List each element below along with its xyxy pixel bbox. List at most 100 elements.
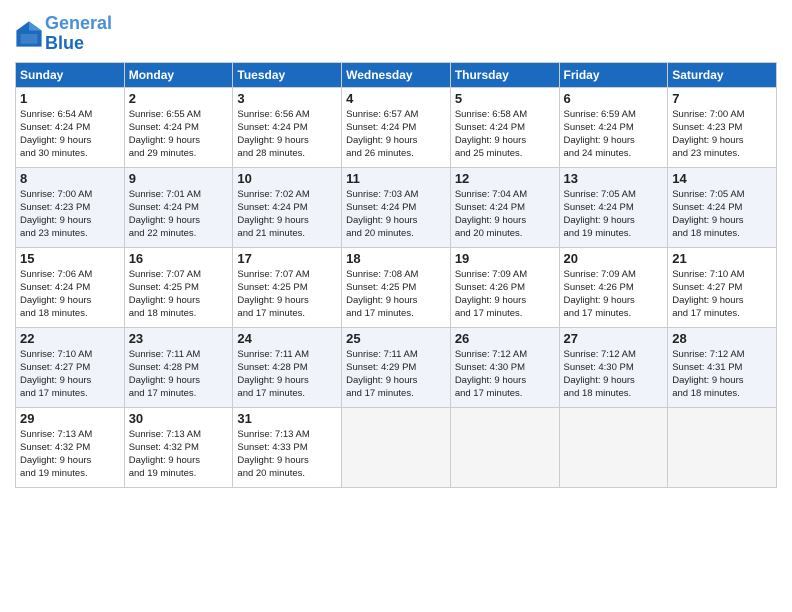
day-number: 1 — [20, 91, 120, 106]
calendar-day-cell: 6 Sunrise: 6:59 AM Sunset: 4:24 PM Daylig… — [559, 87, 668, 167]
calendar-day-cell: 29 Sunrise: 7:13 AM Sunset: 4:32 PM Dayli… — [16, 407, 125, 487]
day-number: 25 — [346, 331, 446, 346]
calendar-day-cell: 15 Sunrise: 7:06 AM Sunset: 4:24 PM Dayli… — [16, 247, 125, 327]
day-number: 4 — [346, 91, 446, 106]
day-number: 8 — [20, 171, 120, 186]
day-info: Sunrise: 7:11 AM Sunset: 4:28 PM Dayligh… — [237, 348, 337, 401]
main-container: GeneralBlue SundayMondayTuesdayWednesday… — [0, 0, 792, 498]
calendar-day-cell: 12Sunrise: 7:04 AM Sunset: 4:24 PM Dayli… — [450, 167, 559, 247]
day-info: Sunrise: 6:55 AM Sunset: 4:24 PM Dayligh… — [129, 108, 229, 161]
calendar-day-cell — [450, 407, 559, 487]
calendar-day-cell: 11 Sunrise: 7:03 AM Sunset: 4:24 PM Dayli… — [342, 167, 451, 247]
calendar-week-row: 8 Sunrise: 7:00 AM Sunset: 4:23 PM Daylig… — [16, 167, 777, 247]
calendar-header-cell: Sunday — [16, 62, 125, 87]
day-info: Sunrise: 6:58 AM Sunset: 4:24 PM Dayligh… — [455, 108, 555, 161]
day-number: 17 — [237, 251, 337, 266]
day-number: 29 — [20, 411, 120, 426]
day-info: Sunrise: 7:07 AM Sunset: 4:25 PM Dayligh… — [129, 268, 229, 321]
day-number: 19 — [455, 251, 555, 266]
calendar-day-cell: 27Sunrise: 7:12 AM Sunset: 4:30 PM Dayli… — [559, 327, 668, 407]
calendar-day-cell: 10 Sunrise: 7:02 AM Sunset: 4:24 PM Dayli… — [233, 167, 342, 247]
calendar-header-cell: Friday — [559, 62, 668, 87]
day-info: Sunrise: 7:09 AM Sunset: 4:26 PM Dayligh… — [455, 268, 555, 321]
calendar-day-cell: 7Sunrise: 7:00 AM Sunset: 4:23 PM Daylig… — [668, 87, 777, 167]
logo-text: GeneralBlue — [45, 14, 112, 54]
calendar-day-cell: 23 Sunrise: 7:11 AM Sunset: 4:28 PM Dayli… — [124, 327, 233, 407]
calendar-day-cell — [342, 407, 451, 487]
day-number: 13 — [564, 171, 664, 186]
day-info: Sunrise: 6:56 AM Sunset: 4:24 PM Dayligh… — [237, 108, 337, 161]
calendar-week-row: 1 Sunrise: 6:54 AM Sunset: 4:24 PM Daylig… — [16, 87, 777, 167]
day-number: 6 — [564, 91, 664, 106]
calendar-day-cell: 17 Sunrise: 7:07 AM Sunset: 4:25 PM Dayli… — [233, 247, 342, 327]
calendar-day-cell — [559, 407, 668, 487]
day-info: Sunrise: 7:12 AM Sunset: 4:31 PM Dayligh… — [672, 348, 772, 401]
day-number: 31 — [237, 411, 337, 426]
calendar-week-row: 22 Sunrise: 7:10 AM Sunset: 4:27 PM Dayli… — [16, 327, 777, 407]
calendar-day-cell: 30 Sunrise: 7:13 AM Sunset: 4:32 PM Dayli… — [124, 407, 233, 487]
day-info: Sunrise: 7:03 AM Sunset: 4:24 PM Dayligh… — [346, 188, 446, 241]
calendar-day-cell: 18Sunrise: 7:08 AM Sunset: 4:25 PM Dayli… — [342, 247, 451, 327]
day-info: Sunrise: 7:11 AM Sunset: 4:28 PM Dayligh… — [129, 348, 229, 401]
day-info: Sunrise: 7:05 AM Sunset: 4:24 PM Dayligh… — [672, 188, 772, 241]
day-info: Sunrise: 7:09 AM Sunset: 4:26 PM Dayligh… — [564, 268, 664, 321]
day-info: Sunrise: 7:13 AM Sunset: 4:32 PM Dayligh… — [20, 428, 120, 481]
day-info: Sunrise: 7:10 AM Sunset: 4:27 PM Dayligh… — [20, 348, 120, 401]
calendar-header-cell: Tuesday — [233, 62, 342, 87]
day-info: Sunrise: 6:59 AM Sunset: 4:24 PM Dayligh… — [564, 108, 664, 161]
calendar-header-cell: Wednesday — [342, 62, 451, 87]
day-number: 15 — [20, 251, 120, 266]
day-info: Sunrise: 7:01 AM Sunset: 4:24 PM Dayligh… — [129, 188, 229, 241]
calendar-day-cell: 13 Sunrise: 7:05 AM Sunset: 4:24 PM Dayli… — [559, 167, 668, 247]
day-info: Sunrise: 7:13 AM Sunset: 4:33 PM Dayligh… — [237, 428, 337, 481]
calendar-day-cell — [668, 407, 777, 487]
day-info: Sunrise: 7:07 AM Sunset: 4:25 PM Dayligh… — [237, 268, 337, 321]
calendar-body: 1 Sunrise: 6:54 AM Sunset: 4:24 PM Daylig… — [16, 87, 777, 487]
day-number: 14 — [672, 171, 772, 186]
calendar-header-row: SundayMondayTuesdayWednesdayThursdayFrid… — [16, 62, 777, 87]
day-number: 20 — [564, 251, 664, 266]
calendar-day-cell: 25 Sunrise: 7:11 AM Sunset: 4:29 PM Dayli… — [342, 327, 451, 407]
calendar-week-row: 15 Sunrise: 7:06 AM Sunset: 4:24 PM Dayli… — [16, 247, 777, 327]
calendar-day-cell: 9Sunrise: 7:01 AM Sunset: 4:24 PM Daylig… — [124, 167, 233, 247]
day-info: Sunrise: 7:11 AM Sunset: 4:29 PM Dayligh… — [346, 348, 446, 401]
day-number: 2 — [129, 91, 229, 106]
day-info: Sunrise: 7:06 AM Sunset: 4:24 PM Dayligh… — [20, 268, 120, 321]
calendar-day-cell: 24Sunrise: 7:11 AM Sunset: 4:28 PM Dayli… — [233, 327, 342, 407]
logo-icon — [15, 20, 43, 48]
calendar-day-cell: 3 Sunrise: 6:56 AM Sunset: 4:24 PM Daylig… — [233, 87, 342, 167]
calendar-week-row: 29 Sunrise: 7:13 AM Sunset: 4:32 PM Dayli… — [16, 407, 777, 487]
day-number: 11 — [346, 171, 446, 186]
calendar-table: SundayMondayTuesdayWednesdayThursdayFrid… — [15, 62, 777, 488]
day-info: Sunrise: 6:57 AM Sunset: 4:24 PM Dayligh… — [346, 108, 446, 161]
day-number: 16 — [129, 251, 229, 266]
day-info: Sunrise: 7:02 AM Sunset: 4:24 PM Dayligh… — [237, 188, 337, 241]
day-number: 18 — [346, 251, 446, 266]
day-number: 12 — [455, 171, 555, 186]
header: GeneralBlue — [15, 10, 777, 54]
calendar-day-cell: 21 Sunrise: 7:10 AM Sunset: 4:27 PM Dayli… — [668, 247, 777, 327]
calendar-day-cell: 2 Sunrise: 6:55 AM Sunset: 4:24 PM Daylig… — [124, 87, 233, 167]
day-number: 30 — [129, 411, 229, 426]
day-number: 3 — [237, 91, 337, 106]
day-number: 27 — [564, 331, 664, 346]
day-number: 10 — [237, 171, 337, 186]
calendar-header-cell: Monday — [124, 62, 233, 87]
day-number: 23 — [129, 331, 229, 346]
day-info: Sunrise: 7:00 AM Sunset: 4:23 PM Dayligh… — [20, 188, 120, 241]
day-info: Sunrise: 7:12 AM Sunset: 4:30 PM Dayligh… — [455, 348, 555, 401]
calendar-day-cell: 16 Sunrise: 7:07 AM Sunset: 4:25 PM Dayli… — [124, 247, 233, 327]
calendar-day-cell: 20 Sunrise: 7:09 AM Sunset: 4:26 PM Dayli… — [559, 247, 668, 327]
day-number: 28 — [672, 331, 772, 346]
calendar-day-cell: 5Sunrise: 6:58 AM Sunset: 4:24 PM Daylig… — [450, 87, 559, 167]
calendar-day-cell: 26 Sunrise: 7:12 AM Sunset: 4:30 PM Dayli… — [450, 327, 559, 407]
day-info: Sunrise: 6:54 AM Sunset: 4:24 PM Dayligh… — [20, 108, 120, 161]
calendar-day-cell: 1 Sunrise: 6:54 AM Sunset: 4:24 PM Daylig… — [16, 87, 125, 167]
calendar-day-cell: 31 Sunrise: 7:13 AM Sunset: 4:33 PM Dayli… — [233, 407, 342, 487]
day-info: Sunrise: 7:13 AM Sunset: 4:32 PM Dayligh… — [129, 428, 229, 481]
day-number: 22 — [20, 331, 120, 346]
day-number: 26 — [455, 331, 555, 346]
day-number: 21 — [672, 251, 772, 266]
day-info: Sunrise: 7:05 AM Sunset: 4:24 PM Dayligh… — [564, 188, 664, 241]
day-info: Sunrise: 7:10 AM Sunset: 4:27 PM Dayligh… — [672, 268, 772, 321]
